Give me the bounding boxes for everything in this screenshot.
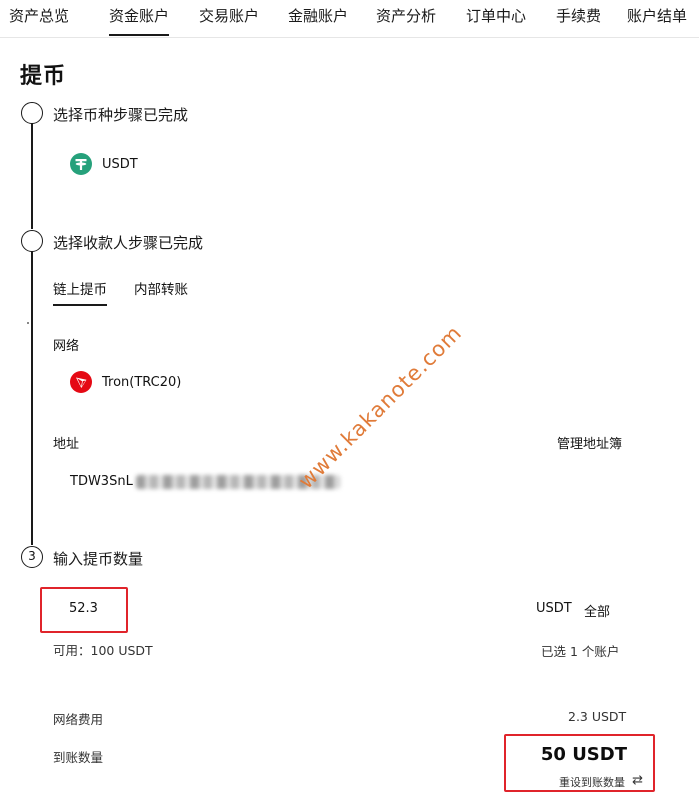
network-fee-label: 网络费用: [53, 712, 104, 727]
step-2-marker: [21, 230, 43, 252]
address-label: 地址: [53, 437, 80, 452]
swap-icon[interactable]: ⇄: [632, 773, 643, 788]
receive-amount-box: 50 USDT 重设到账数量 ⇄: [504, 734, 655, 792]
step-2-title: 选择收款人步骤已完成: [53, 234, 204, 252]
reset-receive-amount-link[interactable]: 重设到账数量: [559, 774, 625, 790]
receive-amount-value: 50 USDT: [540, 744, 627, 765]
step-3-title: 输入提币数量: [53, 550, 144, 568]
step-3-marker: 3: [21, 546, 43, 568]
stepper-line: [31, 123, 33, 229]
tab-account-statement[interactable]: 账户结单: [627, 5, 687, 26]
tab-trading-account[interactable]: 交易账户: [199, 5, 259, 26]
tab-asset-overview[interactable]: 资产总览: [9, 5, 69, 26]
tron-icon: [70, 371, 92, 393]
page-title: 提币: [20, 64, 67, 89]
tab-internal-transfer[interactable]: 内部转账: [134, 278, 188, 298]
stray-dot: [27, 322, 29, 324]
stepper-line: [31, 251, 33, 545]
address-value[interactable]: TDW3SnL: [70, 474, 133, 489]
receive-amount-label: 到账数量: [53, 750, 104, 765]
manage-address-book-link[interactable]: 管理地址簿: [557, 433, 622, 452]
tab-funding-account[interactable]: 资金账户: [109, 5, 170, 36]
accounts-selected[interactable]: 已选 1 个账户: [541, 641, 619, 660]
step-1-marker: [21, 102, 43, 124]
available-balance: 可用：100 USDT: [53, 643, 153, 658]
top-navigation: 资产总览 资金账户 交易账户 金融账户 资产分析 订单中心 手续费 账户结单: [0, 0, 699, 38]
tether-icon: [70, 153, 92, 175]
network-label: 网络: [53, 339, 80, 354]
amount-input[interactable]: 52.3: [40, 587, 128, 633]
network-value[interactable]: Tron(TRC20): [102, 375, 181, 390]
step-1-title: 选择币种步骤已完成: [53, 106, 189, 124]
network-fee-value: 2.3 USDT: [568, 709, 627, 724]
tab-finance-account[interactable]: 金融账户: [288, 5, 348, 26]
coin-label: USDT: [102, 157, 138, 172]
tab-asset-analysis[interactable]: 资产分析: [376, 5, 436, 26]
all-amount-link[interactable]: 全部: [584, 601, 610, 620]
tab-order-center[interactable]: 订单中心: [466, 5, 526, 26]
tab-onchain-withdraw[interactable]: 链上提币: [53, 278, 107, 306]
watermark: www.kakanote.com: [293, 320, 467, 494]
tab-fees[interactable]: 手续费: [556, 5, 601, 26]
amount-unit: USDT: [536, 601, 572, 616]
